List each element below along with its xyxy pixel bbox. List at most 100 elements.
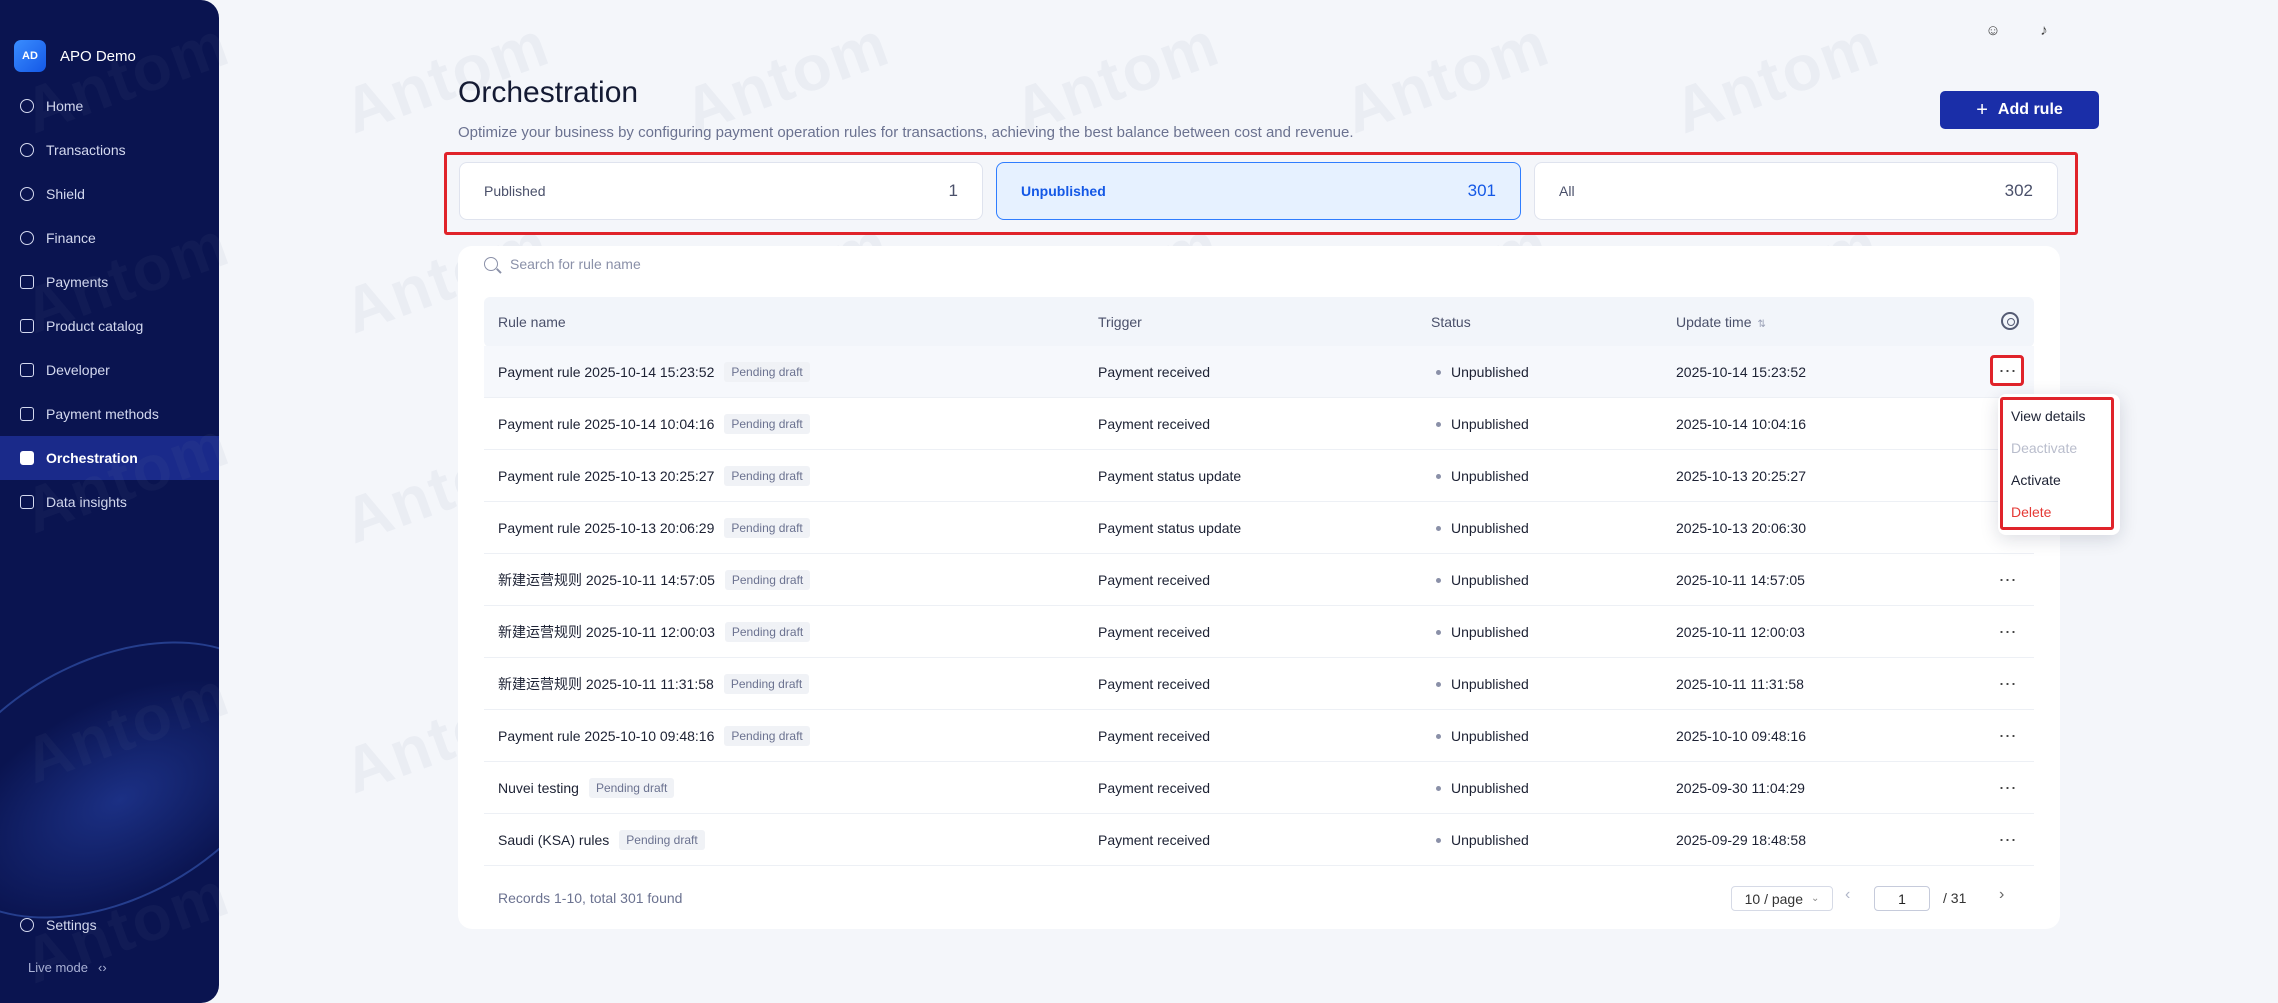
status-badge: Pending draft [724,622,811,642]
table-row[interactable]: Payment rule 2025-10-14 10:04:16 Pending … [484,398,2034,450]
more-icon[interactable]: ⋯ [1990,658,2026,710]
search-placeholder: Search for rule name [510,256,641,272]
table-row[interactable]: 新建运营规则 2025-10-11 12:00:03 Pending draft P… [484,606,2034,658]
sidebar-item-transactions[interactable]: Transactions [0,128,219,172]
sidebar-item-label: Shield [46,186,85,202]
more-icon[interactable]: ⋯ [1990,762,2026,814]
search-icon [484,257,498,271]
more-icon: ⋯ [1998,360,2018,381]
brand[interactable]: AD APO Demo [14,40,136,72]
rule-name-cell[interactable]: Nuvei testing Pending draft [498,762,675,814]
column-settings-icon[interactable] [2001,312,2019,330]
sidebar-item-product-catalog[interactable]: Product catalog [0,304,219,348]
home-icon [20,99,34,113]
table-row[interactable]: Saudi (KSA) rules Pending draft Payment re… [484,814,2034,866]
rule-name[interactable]: 新建运营规则 2025-10-11 12:00:03 [498,622,715,642]
more-icon[interactable]: ⋯ [1990,814,2026,866]
status-badge: Pending draft [724,726,810,746]
sidebar-item-finance[interactable]: Finance [0,216,219,260]
brand-logo: AD [14,40,46,72]
prev-page-icon[interactable]: ‹ [1845,886,1850,904]
status-dot-icon [1436,525,1441,531]
rule-name-cell[interactable]: Payment rule 2025-10-13 20:06:29 Pending … [498,502,810,554]
rule-name[interactable]: Saudi (KSA) rules [498,832,609,848]
rule-name-cell[interactable]: Payment rule 2025-10-10 09:48:16 Pending … [498,710,810,762]
sidebar-item-home[interactable]: Home [0,84,219,128]
page-number-input[interactable] [1874,886,1930,911]
column-update-time-label: Update time [1676,314,1752,330]
status-badge: Pending draft [724,414,810,434]
rule-name[interactable]: Nuvei testing [498,780,579,796]
sidebar-item-developer[interactable]: Developer [0,348,219,392]
rule-name-cell[interactable]: 新建运营规则 2025-10-11 12:00:03 Pending draft [498,606,811,658]
sidebar-item-orchestration[interactable]: Orchestration [0,436,219,480]
table-row[interactable]: Payment rule 2025-10-14 15:23:52 Pending … [484,346,2034,398]
rule-name[interactable]: Payment rule 2025-10-10 09:48:16 [498,728,714,744]
more-button-highlight[interactable]: ⋯ [1990,355,2024,386]
sidebar-item-payments[interactable]: Payments [0,260,219,304]
trigger-cell: Payment received [1098,364,1211,380]
more-icon[interactable]: ⋯ [1990,554,2026,606]
table-row[interactable]: 新建运营规则 2025-10-11 11:31:58 Pending draft P… [484,658,2034,710]
trigger-cell: Payment received [1098,624,1211,640]
trigger-cell: Payment status update [1098,520,1242,536]
tabs-highlight [444,152,2078,235]
sidebar-item-payment-methods[interactable]: Payment methods [0,392,219,436]
rule-name-cell[interactable]: 新建运营规则 2025-10-11 14:57:05 Pending draft [498,554,811,606]
more-icon[interactable]: ⋯ [1990,710,2026,762]
chart-icon [20,495,34,509]
add-rule-button[interactable]: + Add rule [1940,91,2099,129]
rule-name-cell[interactable]: 新建运营规则 2025-10-11 11:31:58 Pending draft [498,658,810,710]
status-cell: Unpublished [1436,710,1529,762]
sidebar-item-settings[interactable]: Settings [20,917,97,933]
developer-icon [20,363,34,377]
sidebar-item-label: Finance [46,230,96,246]
sidebar-item-label: Orchestration [46,450,138,466]
sort-icon[interactable]: ⇅ [1757,319,1765,330]
table-row[interactable]: Payment rule 2025-10-10 09:48:16 Pending … [484,710,2034,762]
status-dot-icon [1436,369,1441,375]
next-page-icon[interactable]: › [1999,886,2004,904]
status-text: Unpublished [1451,832,1529,848]
rule-name[interactable]: Payment rule 2025-10-14 15:23:52 [498,364,714,380]
live-mode-toggle[interactable]: Live mode ‹› [28,960,107,975]
rule-name[interactable]: Payment rule 2025-10-14 10:04:16 [498,416,714,432]
rule-name-cell[interactable]: Payment rule 2025-10-13 20:25:27 Pending … [498,450,810,502]
table-row[interactable]: Payment rule 2025-10-13 20:06:29 Pending … [484,502,2034,554]
orchestration-icon [20,451,34,465]
table-row[interactable]: 新建运营规则 2025-10-11 14:57:05 Pending draft P… [484,554,2034,606]
trigger-cell: Payment received [1098,780,1211,796]
status-text: Unpublished [1451,468,1529,484]
watermark: Antom [1334,6,1559,148]
status-badge: Pending draft [724,518,810,538]
live-mode-label: Live mode [28,960,88,975]
status-badge: Pending draft [619,830,705,850]
more-icon[interactable]: ⋯ [1990,606,2026,658]
assistant-icon[interactable]: ☺ [1981,18,2005,42]
status-cell: Unpublished [1436,554,1529,606]
sidebar-item-shield[interactable]: Shield [0,172,219,216]
rule-name[interactable]: 新建运营规则 2025-10-11 11:31:58 [498,674,714,694]
trigger-cell: Payment received [1098,832,1211,848]
column-update-time[interactable]: Update time ⇅ [1676,314,1766,330]
status-dot-icon [1436,577,1441,583]
update-time-cell: 2025-10-11 14:57:05 [1676,572,1805,588]
bell-icon[interactable]: ♪ [2032,18,2056,42]
status-cell: Unpublished [1436,658,1529,710]
rule-name-cell[interactable]: Payment rule 2025-10-14 10:04:16 Pending … [498,398,810,450]
rule-name-cell[interactable]: Saudi (KSA) rules Pending draft [498,814,705,866]
status-cell: Unpublished [1436,450,1529,502]
search-input[interactable]: Search for rule name [484,256,641,272]
table-row[interactable]: Nuvei testing Pending draft Payment receiv… [484,762,2034,814]
rule-name-cell[interactable]: Payment rule 2025-10-14 15:23:52 Pending … [498,346,810,398]
status-cell: Unpublished [1436,814,1529,866]
finance-icon [20,231,34,245]
rule-name[interactable]: 新建运营规则 2025-10-11 14:57:05 [498,570,715,590]
sidebar-item-data-insights[interactable]: Data insights [0,480,219,524]
sidebar: AD APO Demo Home Transactions Shield Fin… [0,0,219,1003]
update-time-cell: 2025-10-10 09:48:16 [1676,728,1806,744]
page-size-select[interactable]: 10 / page ⌄ [1731,886,1833,911]
rule-name[interactable]: Payment rule 2025-10-13 20:25:27 [498,468,714,484]
rule-name[interactable]: Payment rule 2025-10-13 20:06:29 [498,520,714,536]
table-row[interactable]: Payment rule 2025-10-13 20:25:27 Pending … [484,450,2034,502]
